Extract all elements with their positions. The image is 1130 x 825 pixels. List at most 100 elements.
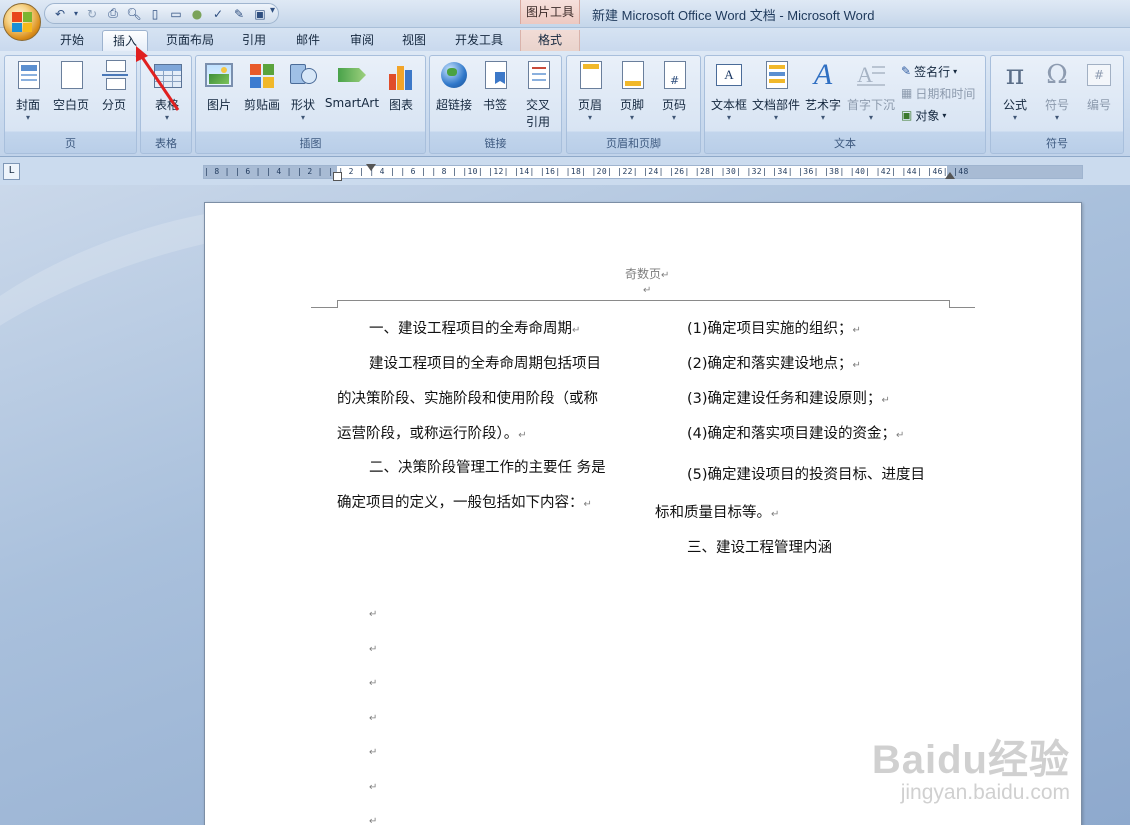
left-col-line[interactable]: 一、建设工程项目的全寿命周期↵ [369, 317, 580, 338]
group-text-label: 文本 [834, 137, 856, 150]
save-icon[interactable]: ▣ [251, 6, 269, 22]
right-col-line[interactable]: 三、建设工程管理内涵 [687, 536, 832, 557]
print-icon[interactable]: ⎙ [104, 6, 122, 22]
paragraph-mark: ↵ [369, 816, 378, 825]
tab-references[interactable]: 引用 [232, 30, 276, 51]
paragraph-mark: ↵ [852, 360, 861, 371]
group-symbols-label: 符号 [1046, 137, 1068, 150]
chart-button[interactable]: 图表 [384, 60, 418, 113]
hyperlink-button[interactable]: 超链接 [434, 60, 474, 113]
signature-line-label: 签名行 [914, 64, 951, 79]
undo-dropdown-icon[interactable]: ▾ [72, 6, 80, 22]
dropdown-arrow-icon: ▾ [164, 113, 169, 122]
header-margin-line-left [311, 307, 337, 308]
symbol-button[interactable]: Ω 符号 ▾ [1039, 60, 1075, 123]
print-preview-icon[interactable]: 🔍︎ [125, 6, 143, 22]
symbol-label: 符号 [1044, 98, 1069, 112]
group-header-footer-label: 页眉和页脚 [606, 137, 661, 150]
right-col-line[interactable]: 标和质量目标等。↵ [655, 501, 779, 522]
footer-button[interactable]: 页脚 ▾ [615, 60, 649, 123]
left-col-line[interactable]: 建设工程项目的全寿命周期包括项目 [369, 352, 601, 373]
picture-icon [203, 60, 235, 92]
group-tables: 表格 ▾ 表格 [140, 55, 192, 154]
cover-page-button[interactable]: 封面 ▾ [11, 60, 45, 123]
header-button[interactable]: 页眉 ▾ [573, 60, 607, 123]
group-links-label: 链接 [484, 137, 507, 150]
circle-icon[interactable]: ● [188, 6, 206, 22]
paragraph-mark: ↵ [369, 644, 378, 655]
shapes-button[interactable]: 形状 ▾ [286, 60, 320, 123]
picture-button[interactable]: 图片 [202, 60, 236, 113]
textbox-label: 文本框 [710, 98, 747, 112]
blank-page-button[interactable]: 空白页 [49, 60, 93, 113]
group-illustrations: 图片 剪贴画 形状 ▾ SmartArt 图表 插图 [195, 55, 426, 154]
blank-page-icon [55, 60, 87, 92]
group-symbols: π 公式 ▾ Ω 符号 ▾ # 编号 符号 [990, 55, 1124, 154]
spelling-icon[interactable]: ✓ [209, 6, 227, 22]
tab-insert[interactable]: 插入 [102, 30, 148, 51]
right-col-line[interactable]: (2)确定和落实建设地点；↵ [687, 352, 861, 373]
page-number-button[interactable]: # 页码 ▾ [657, 60, 691, 123]
picture-tools-context-label: 图片工具 [520, 0, 580, 24]
tab-developer[interactable]: 开发工具 [446, 30, 512, 51]
signature-line-button[interactable]: ✎ 签名行 ▾ [901, 62, 957, 80]
object-button[interactable]: ▣ 对象 ▾ [901, 106, 946, 124]
redo-icon[interactable]: ↻ [83, 6, 101, 22]
left-col-line[interactable]: 运营阶段，或称运行阶段）。↵ [337, 422, 527, 443]
tab-view[interactable]: 视图 [392, 30, 436, 51]
smartart-button[interactable]: SmartArt [324, 60, 380, 110]
tab-review[interactable]: 审阅 [340, 30, 384, 51]
right-col-line[interactable]: (1)确定项目实施的组织；↵ [687, 317, 861, 338]
tab-mailings[interactable]: 邮件 [286, 30, 330, 51]
customize-qat-icon[interactable]: ▾ [270, 5, 275, 16]
tab-page-layout[interactable]: 页面布局 [158, 30, 222, 51]
right-col-line[interactable]: (5)确定建设项目的投资目标、进度目 [687, 463, 925, 484]
pen-icon[interactable]: ✎ [230, 6, 248, 22]
table-button[interactable]: 表格 ▾ [149, 60, 185, 123]
object-icon: ▣ [901, 108, 913, 122]
chart-label: 图表 [388, 98, 413, 112]
tab-home[interactable]: 开始 [50, 30, 94, 51]
numbering-button[interactable]: # 编号 [1081, 60, 1117, 113]
text-line: (1)确定项目实施的组织； [687, 321, 853, 337]
paragraph-mark: ↵ [771, 509, 780, 520]
open-icon[interactable]: ▭ [167, 6, 185, 22]
drop-cap-button[interactable]: A 首字下沉 ▾ [845, 60, 897, 123]
first-line-indent-marker[interactable] [366, 164, 376, 171]
right-col-line[interactable]: (3)确定建设任务和建设原则；↵ [687, 387, 890, 408]
horizontal-ruler[interactable]: | 8 | | 6 | | 4 | | 2 | | | 2 | | 4 | | … [203, 164, 1083, 181]
tab-format[interactable]: 格式 [520, 30, 580, 51]
cover-page-label: 封面 [15, 98, 40, 112]
right-indent-marker[interactable] [945, 172, 955, 179]
office-button[interactable] [3, 3, 41, 41]
header-margin-line-right [949, 307, 975, 308]
tab-selector-button[interactable]: L [3, 163, 20, 180]
bookmark-button[interactable]: 书签 [478, 60, 512, 113]
smartart-icon [336, 60, 368, 92]
date-time-button[interactable]: ▦ 日期和时间 [901, 84, 975, 102]
undo-icon[interactable]: ↶ [51, 6, 69, 22]
globe-link-icon [438, 60, 470, 92]
paragraph-mark: ↵ [643, 285, 652, 296]
equation-button[interactable]: π 公式 ▾ [997, 60, 1033, 123]
header-label: 页眉 [577, 98, 602, 112]
document-area: 奇数页↵ ↵ 一、建设工程项目的全寿命周期↵ 建设工程项目的全寿命周期包括项目 … [0, 185, 1130, 825]
cross-reference-button[interactable]: 交叉 引用 [518, 60, 558, 130]
window-title: 新建 Microsoft Office Word 文档 - Microsoft … [592, 8, 875, 23]
left-col-line[interactable]: 二、决策阶段管理工作的主要任 务是 [369, 456, 606, 477]
wordart-button[interactable]: A 艺术字 ▾ [803, 60, 843, 123]
page-break-button[interactable]: 分页 [97, 60, 131, 113]
quick-parts-button[interactable]: 文档部件 ▾ [751, 60, 801, 123]
clipart-button[interactable]: 剪贴画 [240, 60, 284, 113]
textbox-button[interactable]: A 文本框 ▾ [707, 60, 751, 123]
paragraph-mark: ↵ [661, 270, 670, 281]
left-indent-marker[interactable] [333, 172, 342, 181]
left-col-line[interactable]: 的决策阶段、实施阶段和使用阶段（或称 [337, 387, 598, 408]
header-icon [574, 60, 606, 92]
textbox-icon: A [713, 60, 745, 92]
new-document-icon[interactable]: ▯ [146, 6, 164, 22]
header-text[interactable]: 奇数页↵ [625, 265, 669, 282]
right-col-line[interactable]: (4)确定和落实项目建设的资金；↵ [687, 422, 904, 443]
text-line: (4)确定和落实项目建设的资金； [687, 426, 897, 442]
left-col-line[interactable]: 确定项目的定义，一般包括如下内容：↵ [337, 491, 592, 512]
